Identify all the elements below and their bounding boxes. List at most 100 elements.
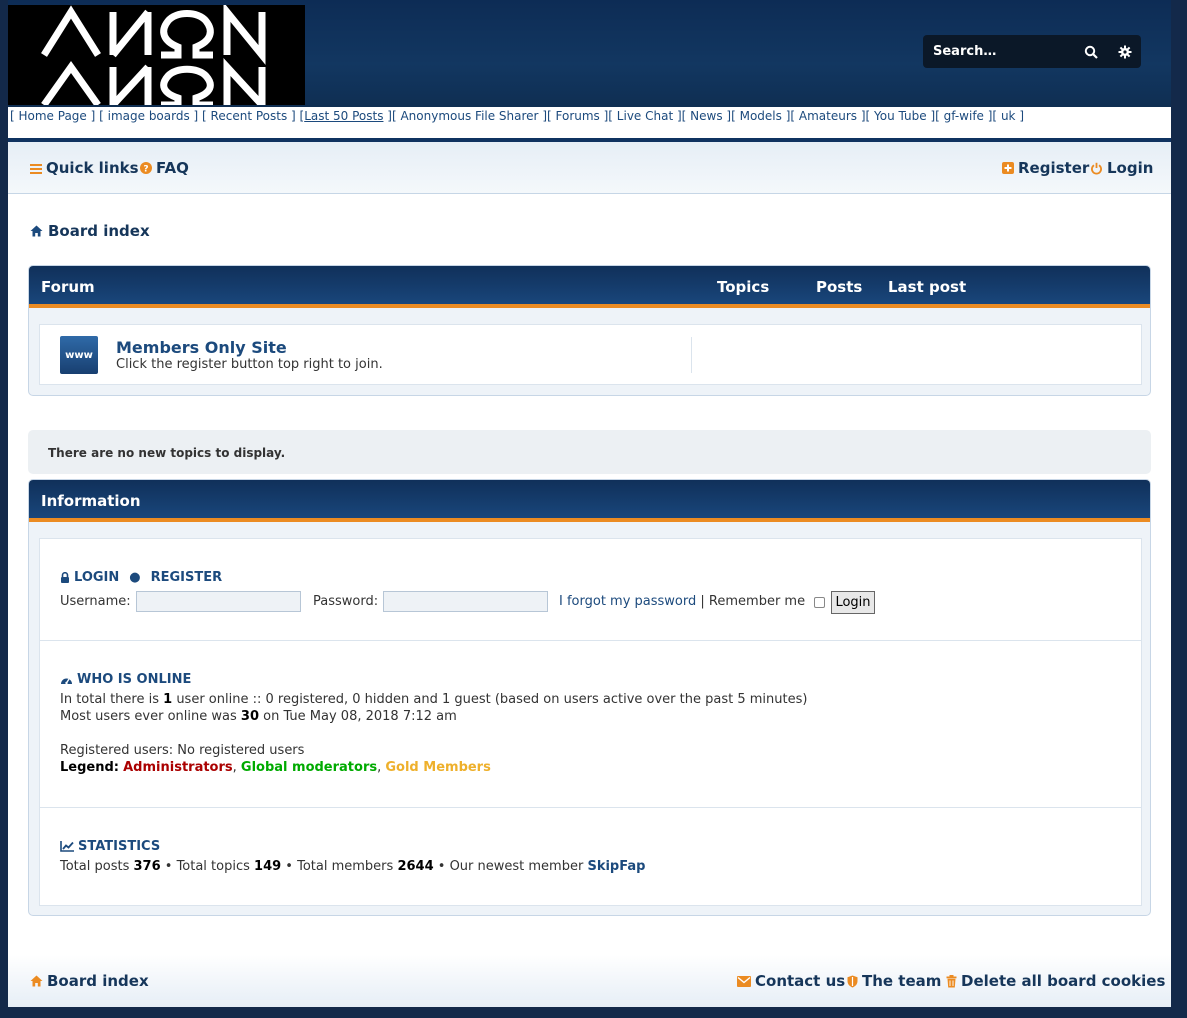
contact-us-label: Contact us [755, 972, 846, 990]
online-record-line: Most users ever online was 30 on Tue May… [60, 709, 457, 724]
remember-me-checkbox[interactable] [814, 597, 825, 608]
login-button[interactable]: Login [831, 591, 875, 614]
toplink-models[interactable]: Models [740, 109, 782, 123]
no-new-topics-notice: There are no new topics to display. [28, 430, 1151, 474]
section-divider [40, 807, 1141, 808]
information-title: Information [41, 492, 141, 510]
home-icon [30, 975, 43, 987]
site-header [8, 0, 1171, 107]
breadcrumb[interactable]: Board index [30, 222, 150, 240]
contact-us-link[interactable]: Contact us [737, 972, 845, 990]
search-box [923, 35, 1141, 68]
col-last-post: Last post [888, 278, 967, 296]
col-topics: Topics [717, 278, 770, 296]
username-label: Username: [60, 594, 131, 609]
legend-line: Legend: Administrators, Global moderator… [60, 760, 491, 775]
forgot-password-link[interactable]: I forgot my password [559, 594, 696, 609]
password-field[interactable] [383, 591, 548, 612]
login-register-title: LOGIN ● REGISTER [60, 570, 222, 585]
login-section-link[interactable]: LOGIN [74, 570, 119, 585]
svg-text:?: ? [143, 165, 148, 175]
navbar: Quick links ? FAQ Register Login [8, 142, 1171, 194]
information-header: Information [29, 480, 1150, 522]
column-divider [691, 337, 692, 373]
registered-users-line: Registered users: No registered users [60, 743, 305, 758]
forum-title-link[interactable]: Members Only Site [116, 338, 287, 357]
footer-navbar: Board index Contact us The team Delete a… [8, 955, 1171, 1007]
toplink-forums[interactable]: Forums [556, 109, 600, 123]
login-label: Login [1107, 159, 1154, 177]
search-input[interactable] [923, 35, 1073, 68]
legend-label: Legend: [60, 760, 119, 775]
toplink-uk[interactable]: uk [1001, 109, 1016, 123]
information-panel: Information LOGIN ● REGISTER Username: P… [28, 479, 1151, 916]
plus-square-icon [1002, 162, 1014, 174]
login-extra-links: I forgot my password | Remember me [559, 594, 806, 609]
the-team-label: The team [862, 972, 942, 990]
footer-board-index-label: Board index [47, 972, 149, 990]
www-icon: www [60, 336, 98, 374]
question-circle-icon: ? [140, 162, 152, 174]
delete-cookies-label: Delete all board cookies [961, 972, 1166, 990]
bullet-separator: ● [129, 570, 141, 585]
username-field[interactable] [136, 591, 301, 612]
footer-board-index-link[interactable]: Board index [30, 972, 149, 990]
the-team-link[interactable]: The team [847, 972, 941, 990]
toplink-amateurs[interactable]: Amateurs [799, 109, 857, 123]
register-section-link[interactable]: REGISTER [151, 570, 223, 585]
login-link[interactable]: Login [1090, 159, 1153, 177]
toplink-file-sharer[interactable]: Anonymous File Sharer [400, 109, 538, 123]
power-icon [1091, 162, 1102, 175]
information-body: LOGIN ● REGISTER Username: Password: I f… [39, 538, 1142, 906]
forum-table-header: Forum Topics Posts Last post [29, 266, 1150, 308]
trash-icon [946, 974, 957, 987]
legend-administrators[interactable]: Administrators [123, 760, 233, 775]
page-body: Quick links ? FAQ Register Login Board i… [8, 142, 1171, 1007]
password-label: Password: [313, 594, 379, 609]
envelope-icon [737, 975, 751, 987]
toplink-gf-wife[interactable]: gf-wife [944, 109, 984, 123]
line-chart-icon [60, 841, 74, 852]
toplink-you-tube[interactable]: You Tube [874, 109, 927, 123]
menu-icon [30, 163, 42, 174]
remember-me-label: Remember me [708, 594, 806, 609]
section-divider [40, 640, 1141, 641]
newest-member-link[interactable]: SkipFap [587, 859, 645, 874]
toplink-news[interactable]: News [690, 109, 722, 123]
statistics-label: STATISTICS [78, 839, 161, 854]
advanced-search-button[interactable] [1109, 35, 1141, 68]
search-icon [1084, 45, 1098, 59]
col-posts: Posts [816, 278, 863, 296]
site-logo[interactable] [8, 5, 305, 105]
forum-description: Click the register button top right to j… [116, 357, 383, 372]
search-button[interactable] [1075, 35, 1107, 68]
shield-icon [847, 975, 858, 987]
who-is-online-title[interactable]: WHO IS ONLINE [60, 672, 191, 687]
register-link[interactable]: Register [1002, 159, 1089, 177]
delete-cookies-link[interactable]: Delete all board cookies [946, 972, 1165, 990]
legend-global-moderators[interactable]: Global moderators [241, 760, 377, 775]
register-label: Register [1018, 159, 1090, 177]
breadcrumb-board-index: Board index [48, 222, 150, 240]
toplink-last-50-posts[interactable]: Last 50 Posts [304, 109, 383, 123]
faq-link[interactable]: ? FAQ [140, 159, 189, 177]
quick-links-label: Quick links [46, 159, 139, 177]
forum-table: Forum Topics Posts Last post www Members… [28, 265, 1151, 396]
online-total-line: In total there is 1 user online :: 0 reg… [60, 692, 808, 707]
lock-icon [61, 572, 69, 583]
top-link-bar: [ Home Page ] [ image boards ] [ Recent … [8, 107, 1171, 138]
quick-links-menu[interactable]: Quick links [30, 159, 139, 177]
statistics-line: Total posts 376 • Total topics 149 • Tot… [60, 859, 646, 874]
col-forum: Forum [41, 278, 95, 296]
dashboard-icon [61, 678, 72, 685]
forum-row: www Members Only Site Click the register… [39, 324, 1142, 385]
legend-gold-members[interactable]: Gold Members [385, 760, 490, 775]
toplink-live-chat[interactable]: Live Chat [617, 109, 673, 123]
home-icon [30, 225, 43, 237]
statistics-title: STATISTICS [60, 839, 160, 854]
gear-icon [1118, 45, 1132, 58]
toplink-recent-posts[interactable]: Recent Posts [211, 109, 288, 123]
toplink-home-page[interactable]: Home Page [19, 109, 87, 123]
toplink-image-boards[interactable]: image boards [108, 109, 190, 123]
who-is-online-label: WHO IS ONLINE [77, 672, 192, 687]
